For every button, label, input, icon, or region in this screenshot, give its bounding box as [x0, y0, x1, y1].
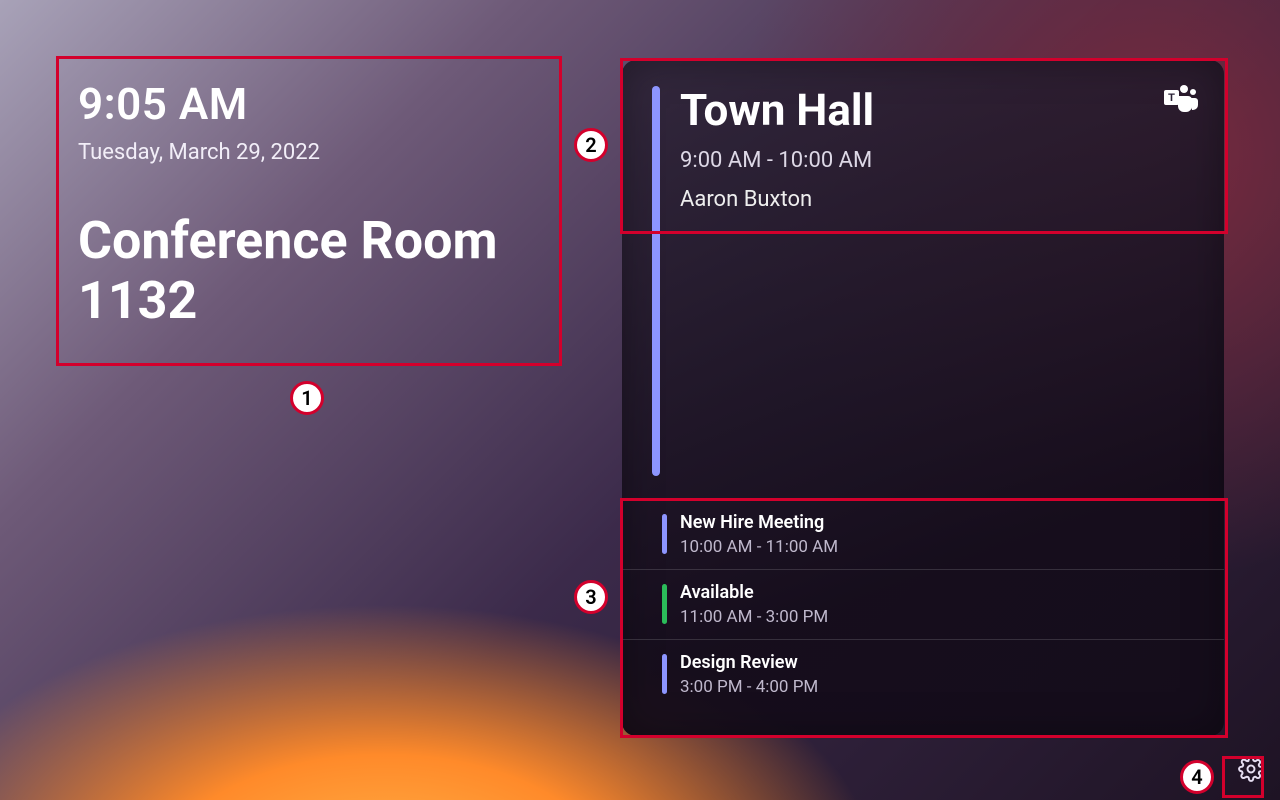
current-meeting-title: Town Hall: [680, 84, 1194, 136]
svg-text:T: T: [1168, 92, 1175, 104]
settings-button[interactable]: [1232, 752, 1270, 790]
current-meeting-accent: [652, 86, 660, 476]
upcoming-item[interactable]: Available 11:00 AM - 3:00 PM: [622, 570, 1224, 640]
gear-icon: [1238, 756, 1264, 786]
current-meeting-time: 9:00 AM - 10:00 AM: [680, 148, 1194, 173]
upcoming-list: New Hire Meeting 10:00 AM - 11:00 AM Ava…: [622, 500, 1224, 736]
status-bar-busy: [662, 654, 667, 694]
room-name: Conference Room 1132: [78, 211, 578, 331]
upcoming-item-time: 10:00 AM - 11:00 AM: [680, 537, 1194, 557]
current-meeting-tile[interactable]: Town Hall 9:00 AM - 10:00 AM Aaron Buxto…: [622, 60, 1224, 490]
current-meeting-organizer: Aaron Buxton: [680, 187, 1194, 212]
upcoming-item[interactable]: Design Review 3:00 PM - 4:00 PM: [622, 640, 1224, 709]
annotation-number-1: 1: [290, 381, 324, 415]
status-bar-available: [662, 584, 667, 624]
calendar-panel: Town Hall 9:00 AM - 10:00 AM Aaron Buxto…: [622, 60, 1224, 736]
upcoming-item-time: 3:00 PM - 4:00 PM: [680, 677, 1194, 697]
upcoming-item[interactable]: New Hire Meeting 10:00 AM - 11:00 AM: [622, 500, 1224, 570]
room-info-tile: 9:05 AM Tuesday, March 29, 2022 Conferen…: [78, 78, 578, 331]
upcoming-item-title: Available: [680, 582, 1194, 603]
current-date: Tuesday, March 29, 2022: [78, 140, 578, 165]
annotation-number-3: 3: [574, 580, 608, 614]
current-time: 9:05 AM: [78, 78, 578, 130]
upcoming-item-title: Design Review: [680, 652, 1194, 673]
upcoming-item-time: 11:00 AM - 3:00 PM: [680, 607, 1194, 627]
teams-icon: T: [1164, 84, 1198, 114]
status-bar-busy: [662, 514, 667, 554]
annotation-number-4: 4: [1180, 760, 1214, 794]
annotation-number-2: 2: [574, 128, 608, 162]
upcoming-item-title: New Hire Meeting: [680, 512, 1194, 533]
